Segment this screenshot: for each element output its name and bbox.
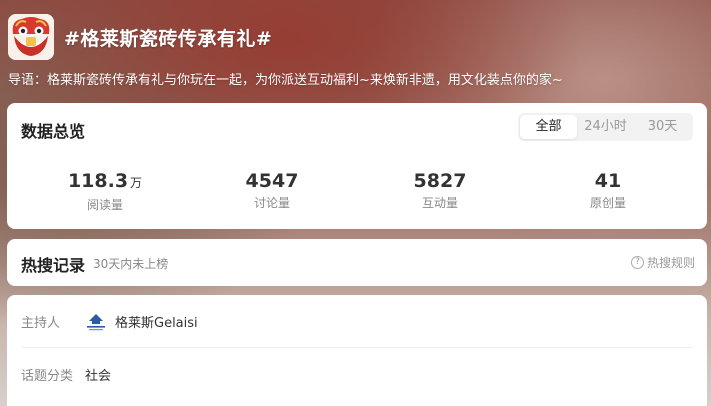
tab-24h[interactable]: 24小时 [577,115,634,139]
stat-original-value: 41 [594,170,622,192]
stat-read-value-line: 118.3 万 [25,169,185,195]
time-range-tabs: 全部 24小时 30天 [518,113,693,141]
tab-30d[interactable]: 30天 [634,115,691,139]
gelaisi-logo-icon[interactable] [85,311,107,333]
host-label: 主持人 [21,316,61,331]
topic-header: #格莱斯瓷砖传承有礼# [8,14,272,60]
stat-read-label: 阅读量 [86,198,123,212]
question-circle-icon: ? [630,256,644,269]
hot-search-title: 热搜记录 [21,256,86,275]
lion-dance-avatar-icon[interactable] [8,14,54,60]
stat-read: 118.3 万 阅读量 [25,169,185,213]
stat-interact-value: 5827 [413,170,467,192]
data-overview-title: 数据总览 [21,122,86,141]
stat-read-value: 118.3 [67,170,129,192]
host-row: 主持人 格莱斯Gelaisi [21,296,693,348]
stat-discuss-label: 讨论量 [253,196,290,210]
hot-search-rule-label: 热搜规则 [646,256,695,270]
stat-read-unit: 万 [130,176,143,190]
hot-search-card: 热搜记录 30天内未上榜 ? 热搜规则 [7,239,707,286]
topic-intro: 导语：格莱斯瓷砖传承有礼与你玩在一起，为你派送互动福利~来焕新非遗，用文化装点你… [8,73,563,88]
host-name-link[interactable]: 格莱斯Gelaisi [115,312,198,331]
category-label: 话题分类 [21,368,74,384]
stat-interact: 5827 互动量 [360,169,520,211]
data-overview-card: 数据总览 全部 24小时 30天 118.3 万 阅读量 4547 讨论量 582… [7,103,707,229]
topic-info-card: 主持人 格莱斯Gelaisi 话题分类 社会 [7,295,707,406]
stat-original: 41 原创量 [528,169,688,211]
hot-search-status: 30天内未上榜 [93,257,169,271]
topic-title: #格莱斯瓷砖传承有礼# [64,27,273,50]
stat-discuss: 4547 讨论量 [192,169,352,211]
category-row: 话题分类 社会 [21,348,693,400]
category-value[interactable]: 社会 [85,365,111,384]
stat-interact-label: 互动量 [421,196,458,210]
hot-search-rule-link[interactable]: ? 热搜规则 [630,254,695,271]
stat-discuss-value: 4547 [245,170,299,192]
stat-original-label: 原创量 [589,196,626,210]
tab-all[interactable]: 全部 [520,115,577,139]
